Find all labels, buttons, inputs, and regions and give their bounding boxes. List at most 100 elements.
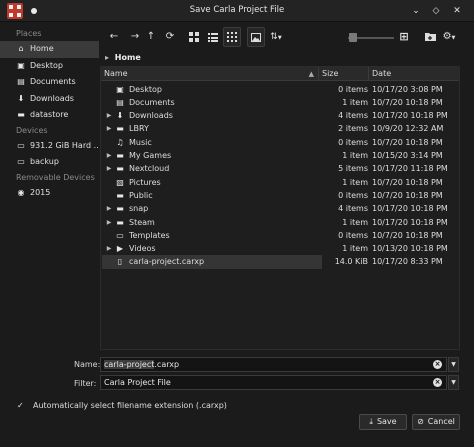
sidebar-item-downloads[interactable]: ⬇ Downloads (0, 91, 99, 108)
sidebar-item-931-2-gib-hard[interactable]: ▭ 931.2 GiB Hard ... (0, 138, 99, 155)
folder-icon: ▬ (116, 217, 124, 227)
file-row[interactable]: ▶ ⬇ Downloads 4 items 10/17/20 10:18 PM (101, 109, 459, 122)
file-row[interactable]: ▶ ▬ Steam 1 item 10/17/20 10:18 PM (101, 216, 459, 229)
clear-filter-icon[interactable]: × (433, 378, 442, 387)
expand-arrow-icon[interactable]: ▶ (105, 242, 113, 255)
file-size: 1 item (342, 177, 368, 187)
file-row[interactable]: ▧ Pictures 1 item 10/7/20 10:18 PM (101, 176, 459, 189)
preview-button[interactable] (247, 27, 265, 47)
title-bar: Save Carla Project File ⌄ ◇ ✕ (0, 0, 474, 22)
breadcrumb: ▸ Home (100, 51, 474, 65)
detailed-view-button[interactable] (223, 27, 241, 47)
downloads-icon: ⬇ (17, 93, 25, 103)
pictures-folder-icon: ▧ (116, 177, 124, 187)
expand-arrow-icon[interactable]: ▶ (105, 162, 113, 175)
clear-filename-icon[interactable]: × (433, 360, 442, 369)
expand-arrow-icon[interactable]: ▶ (105, 109, 113, 122)
file-icon: ▯ (117, 257, 123, 267)
options-button[interactable]: ⚙▼ (440, 27, 458, 47)
expand-arrow-icon[interactable]: ▶ (105, 149, 113, 162)
file-row[interactable]: ▶ ▬ Nextcloud 5 items 10/17/20 11:18 PM (101, 162, 459, 175)
file-date: 10/13/20 10:18 PM (372, 244, 448, 254)
removable-devices-heading: Removable Devices (16, 172, 95, 182)
videos-folder-icon: ▶ (116, 244, 124, 254)
save-button[interactable]: ⤓ Save (359, 414, 407, 430)
desktop-icon: ▣ (17, 60, 25, 70)
file-date: 10/9/20 12:32 AM (372, 124, 444, 134)
icon-view-button[interactable] (185, 27, 203, 47)
file-row[interactable]: ▶ ▶ Videos 1 item 10/13/20 10:18 PM (101, 242, 459, 255)
file-row[interactable]: ▤ Documents 1 item 10/7/20 10:18 PM (101, 96, 459, 109)
new-folder-button[interactable] (421, 27, 439, 47)
expand-arrow-icon[interactable]: ▶ (105, 202, 113, 215)
public-folder-icon: ▬ (116, 190, 124, 200)
zoom-in-icon: ⊞ (399, 30, 409, 43)
back-button[interactable]: ← (105, 27, 123, 47)
file-row[interactable]: ▣ Desktop 0 items 10/17/20 3:08 PM (101, 83, 459, 96)
sidebar-item-2015[interactable]: ◉ 2015 (0, 185, 99, 202)
file-date: 10/7/20 10:18 PM (372, 137, 443, 147)
file-name: Downloads (129, 111, 173, 121)
file-name: Steam (129, 217, 155, 227)
file-row[interactable]: ▭ Templates 0 items 10/7/20 10:18 PM (101, 229, 459, 242)
file-date: 10/17/20 11:18 PM (372, 164, 448, 174)
file-list-header: Name ▲ Size Date (101, 67, 459, 81)
file-list-scrollbar[interactable] (462, 66, 470, 350)
column-header-size[interactable]: Size (319, 67, 369, 81)
up-folder-button[interactable]: ↑ (142, 27, 160, 47)
name-label: Name: (74, 360, 101, 369)
filter-dropdown[interactable]: ▼ (448, 375, 459, 390)
chevron-down-icon: ▼ (277, 35, 282, 41)
zoom-slider-handle[interactable] (348, 33, 357, 42)
filter-combobox[interactable]: Carla Project File × (100, 375, 447, 390)
file-row[interactable]: ▬ Public 0 items 10/7/20 10:18 PM (101, 189, 459, 202)
sidebar-item-datastore[interactable]: ▬ datastore (0, 107, 99, 124)
file-row[interactable]: ▶ ▬ snap 4 items 10/17/20 10:18 PM (101, 202, 459, 215)
file-size: 0 items (338, 137, 368, 147)
expand-arrow-icon[interactable]: ▶ (105, 216, 113, 229)
breadcrumb-home[interactable]: Home (115, 53, 141, 62)
removable-list: ◉ 2015 (0, 185, 99, 202)
reload-button[interactable]: ⟳ (161, 27, 179, 47)
breadcrumb-arrow-icon: ▸ (104, 53, 109, 62)
devices-heading: Devices (16, 125, 48, 135)
file-name: Desktop (129, 84, 162, 94)
minimize-button[interactable]: ⌄ (409, 4, 423, 18)
filename-history-dropdown[interactable]: ▼ (448, 357, 459, 372)
zoom-in-button[interactable]: ⊞ (395, 27, 413, 47)
sidebar-item-home[interactable]: ⌂ Home (0, 41, 99, 58)
folder-icon: ▬ (116, 151, 124, 160)
file-date: 10/7/20 10:18 PM (372, 230, 443, 240)
sort-options-button[interactable]: ⇅▼ (267, 27, 285, 47)
file-name: Documents (129, 97, 175, 107)
file-name: Templates (129, 230, 170, 240)
file-row-selected[interactable]: ▯ carla-project.carxp 14.0 KiB 10/17/20 8:3… (101, 255, 459, 269)
places-sidebar: Places ⌂ Home ▣ Desktop ▤ Documents ⬇ Downloads… (0, 22, 99, 352)
folder-icon: ▬ (116, 204, 124, 214)
file-date: 10/15/20 3:14 PM (372, 151, 443, 160)
cancel-button[interactable]: ⊘ Cancel (412, 414, 460, 430)
file-row[interactable]: ▶ ▬ My Games 1 item 10/15/20 3:14 PM (101, 149, 459, 162)
sidebar-item-documents[interactable]: ▤ Documents (0, 74, 99, 91)
file-row[interactable]: ▶ ▬ LBRY 2 items 10/9/20 12:32 AM (101, 122, 459, 135)
column-header-date[interactable]: Date (369, 67, 459, 81)
auto-extension-checkbox[interactable]: ✓ Automatically select filename extension… (17, 401, 227, 410)
file-size: 2 items (338, 124, 368, 134)
sidebar-item-desktop[interactable]: ▣ Desktop (0, 58, 99, 75)
filename-input[interactable]: carla-project.carxp × (100, 357, 447, 372)
desktop-folder-icon: ▣ (116, 84, 124, 94)
column-header-name[interactable]: Name ▲ (101, 67, 319, 81)
places-heading: Places (16, 29, 42, 38)
sidebar-item-label: Desktop (30, 60, 63, 70)
sidebar-item-backup[interactable]: ▭ backup (0, 154, 99, 171)
optical-disc-icon: ◉ (17, 187, 25, 197)
compact-view-button[interactable] (204, 27, 222, 47)
column-size-label: Size (322, 69, 339, 78)
maximize-button[interactable]: ◇ (429, 4, 443, 18)
folder-icon: ▬ (116, 164, 124, 174)
column-name-label: Name (104, 69, 128, 78)
expand-arrow-icon[interactable]: ▶ (105, 122, 113, 135)
file-name: Music (129, 137, 152, 147)
file-row[interactable]: ♫ Music 0 items 10/7/20 10:18 PM (101, 136, 459, 149)
close-button[interactable]: ✕ (450, 4, 464, 18)
